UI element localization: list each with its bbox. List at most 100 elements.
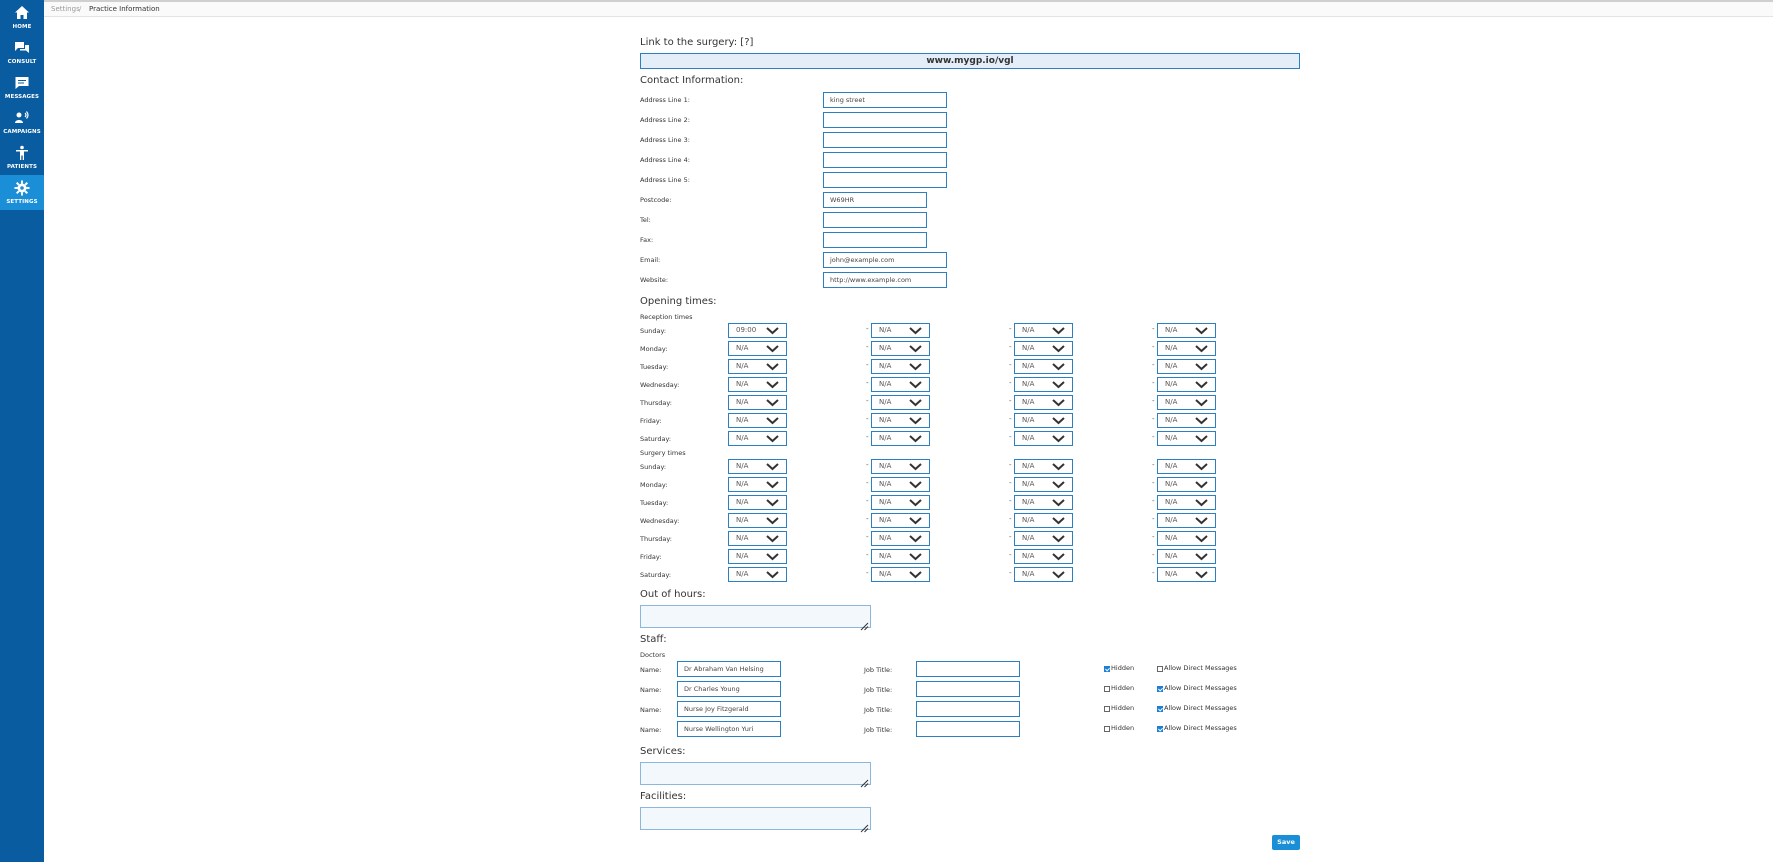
services-textarea[interactable] (640, 762, 871, 788)
nav-consult[interactable]: CONSULT (0, 35, 44, 70)
time-select[interactable]: N/A (1014, 477, 1073, 492)
time-select[interactable]: N/A (1014, 377, 1073, 392)
time-select[interactable]: N/A (871, 513, 930, 528)
time-select[interactable]: N/A (1014, 413, 1073, 428)
time-select[interactable]: 09:00 (728, 323, 787, 338)
time-select[interactable]: N/A (1014, 459, 1073, 474)
time-select[interactable]: N/A (1014, 549, 1073, 564)
staff-name-input[interactable]: Dr Charles Young (677, 681, 781, 697)
time-select[interactable]: N/A (1157, 377, 1216, 392)
time-select[interactable]: N/A (1157, 413, 1216, 428)
resize-grip-icon[interactable] (859, 616, 869, 631)
staff-name-input[interactable]: Nurse Joy Fitzgerald (677, 701, 781, 717)
fax-input[interactable] (823, 232, 927, 248)
time-select[interactable]: N/A (1014, 395, 1073, 410)
address-line-4-input[interactable] (823, 152, 947, 168)
time-select[interactable]: N/A (1157, 459, 1216, 474)
time-select[interactable]: N/A (871, 395, 930, 410)
time-select[interactable]: N/A (728, 513, 787, 528)
time-select[interactable]: N/A (1157, 513, 1216, 528)
time-select[interactable]: N/A (871, 323, 930, 338)
nav-home[interactable]: HOME (0, 0, 44, 35)
time-select[interactable]: N/A (728, 531, 787, 546)
time-select[interactable]: N/A (871, 549, 930, 564)
chevron-down-icon (1052, 516, 1065, 525)
time-select[interactable]: N/A (871, 477, 930, 492)
time-select[interactable]: N/A (871, 359, 930, 374)
nav-patients[interactable]: PATIENTS (0, 140, 44, 175)
time-select[interactable]: N/A (728, 359, 787, 374)
time-select[interactable]: N/A (1014, 495, 1073, 510)
resize-grip-icon[interactable] (859, 773, 869, 788)
time-select[interactable]: N/A (728, 495, 787, 510)
time-select[interactable]: N/A (871, 567, 930, 582)
time-select[interactable]: N/A (1157, 431, 1216, 446)
surgery-link-box[interactable]: www.mygp.io/vgl (640, 53, 1300, 69)
time-select[interactable]: N/A (728, 431, 787, 446)
staff-name-input[interactable]: Nurse Wellington Yuri (677, 721, 781, 737)
time-select[interactable]: N/A (871, 341, 930, 356)
tel-input[interactable] (823, 212, 927, 228)
hidden-checkbox[interactable] (1104, 706, 1110, 712)
allow-direct-messages-checkbox[interactable] (1157, 666, 1163, 672)
chevron-down-icon (1052, 534, 1065, 543)
time-select[interactable]: N/A (1014, 431, 1073, 446)
postcode-input[interactable]: W69HR (823, 192, 927, 208)
time-select[interactable]: N/A (1157, 395, 1216, 410)
time-select[interactable]: N/A (728, 413, 787, 428)
nav-messages[interactable]: MESSAGES (0, 70, 44, 105)
address-line-5-input[interactable] (823, 172, 947, 188)
time-select[interactable]: N/A (1014, 513, 1073, 528)
time-select[interactable]: N/A (728, 459, 787, 474)
time-select[interactable]: N/A (1014, 341, 1073, 356)
time-select[interactable]: N/A (1157, 359, 1216, 374)
time-select[interactable]: N/A (1157, 323, 1216, 338)
staff-name-label: Name: (640, 726, 662, 734)
time-select[interactable]: N/A (1157, 495, 1216, 510)
address-line-3-input[interactable] (823, 132, 947, 148)
time-select[interactable]: N/A (871, 459, 930, 474)
time-select[interactable]: N/A (871, 431, 930, 446)
time-select[interactable]: N/A (728, 377, 787, 392)
website-input[interactable]: http://www.example.com (823, 272, 947, 288)
nav-settings[interactable]: SETTINGS (0, 175, 44, 210)
nav-campaigns[interactable]: CAMPAIGNS (0, 105, 44, 140)
allow-direct-messages-checkbox[interactable] (1157, 726, 1163, 732)
time-select[interactable]: N/A (1014, 323, 1073, 338)
time-select[interactable]: N/A (1157, 567, 1216, 582)
time-select[interactable]: N/A (1157, 531, 1216, 546)
job-title-input[interactable] (916, 661, 1020, 677)
staff-name-input[interactable]: Dr Abraham Van Helsing (677, 661, 781, 677)
email-input[interactable]: john@example.com (823, 252, 947, 268)
facilities-textarea[interactable] (640, 807, 871, 833)
time-select[interactable]: N/A (1157, 341, 1216, 356)
resize-grip-icon[interactable] (859, 818, 869, 833)
time-select[interactable]: N/A (728, 341, 787, 356)
save-button[interactable]: Save (1272, 835, 1300, 850)
time-select[interactable]: N/A (871, 531, 930, 546)
time-select[interactable]: N/A (871, 413, 930, 428)
time-select[interactable]: N/A (1014, 531, 1073, 546)
out-of-hours-textarea[interactable] (640, 605, 871, 631)
time-select[interactable]: N/A (1014, 359, 1073, 374)
time-select[interactable]: N/A (1157, 477, 1216, 492)
time-select[interactable]: N/A (728, 395, 787, 410)
time-select[interactable]: N/A (871, 495, 930, 510)
time-select[interactable]: N/A (728, 549, 787, 564)
time-select[interactable]: N/A (1157, 549, 1216, 564)
hidden-checkbox[interactable] (1104, 666, 1110, 672)
time-select[interactable]: N/A (871, 377, 930, 392)
time-select[interactable]: N/A (1014, 567, 1073, 582)
hidden-checkbox[interactable] (1104, 726, 1110, 732)
job-title-input[interactable] (916, 701, 1020, 717)
job-title-input[interactable] (916, 721, 1020, 737)
hidden-checkbox[interactable] (1104, 686, 1110, 692)
job-title-input[interactable] (916, 681, 1020, 697)
breadcrumb-settings[interactable]: Settings (51, 5, 80, 13)
address-line-2-input[interactable] (823, 112, 947, 128)
allow-direct-messages-checkbox[interactable] (1157, 706, 1163, 712)
time-select[interactable]: N/A (728, 567, 787, 582)
time-select[interactable]: N/A (728, 477, 787, 492)
address-line-1-input[interactable]: king street (823, 92, 947, 108)
allow-direct-messages-checkbox[interactable] (1157, 686, 1163, 692)
